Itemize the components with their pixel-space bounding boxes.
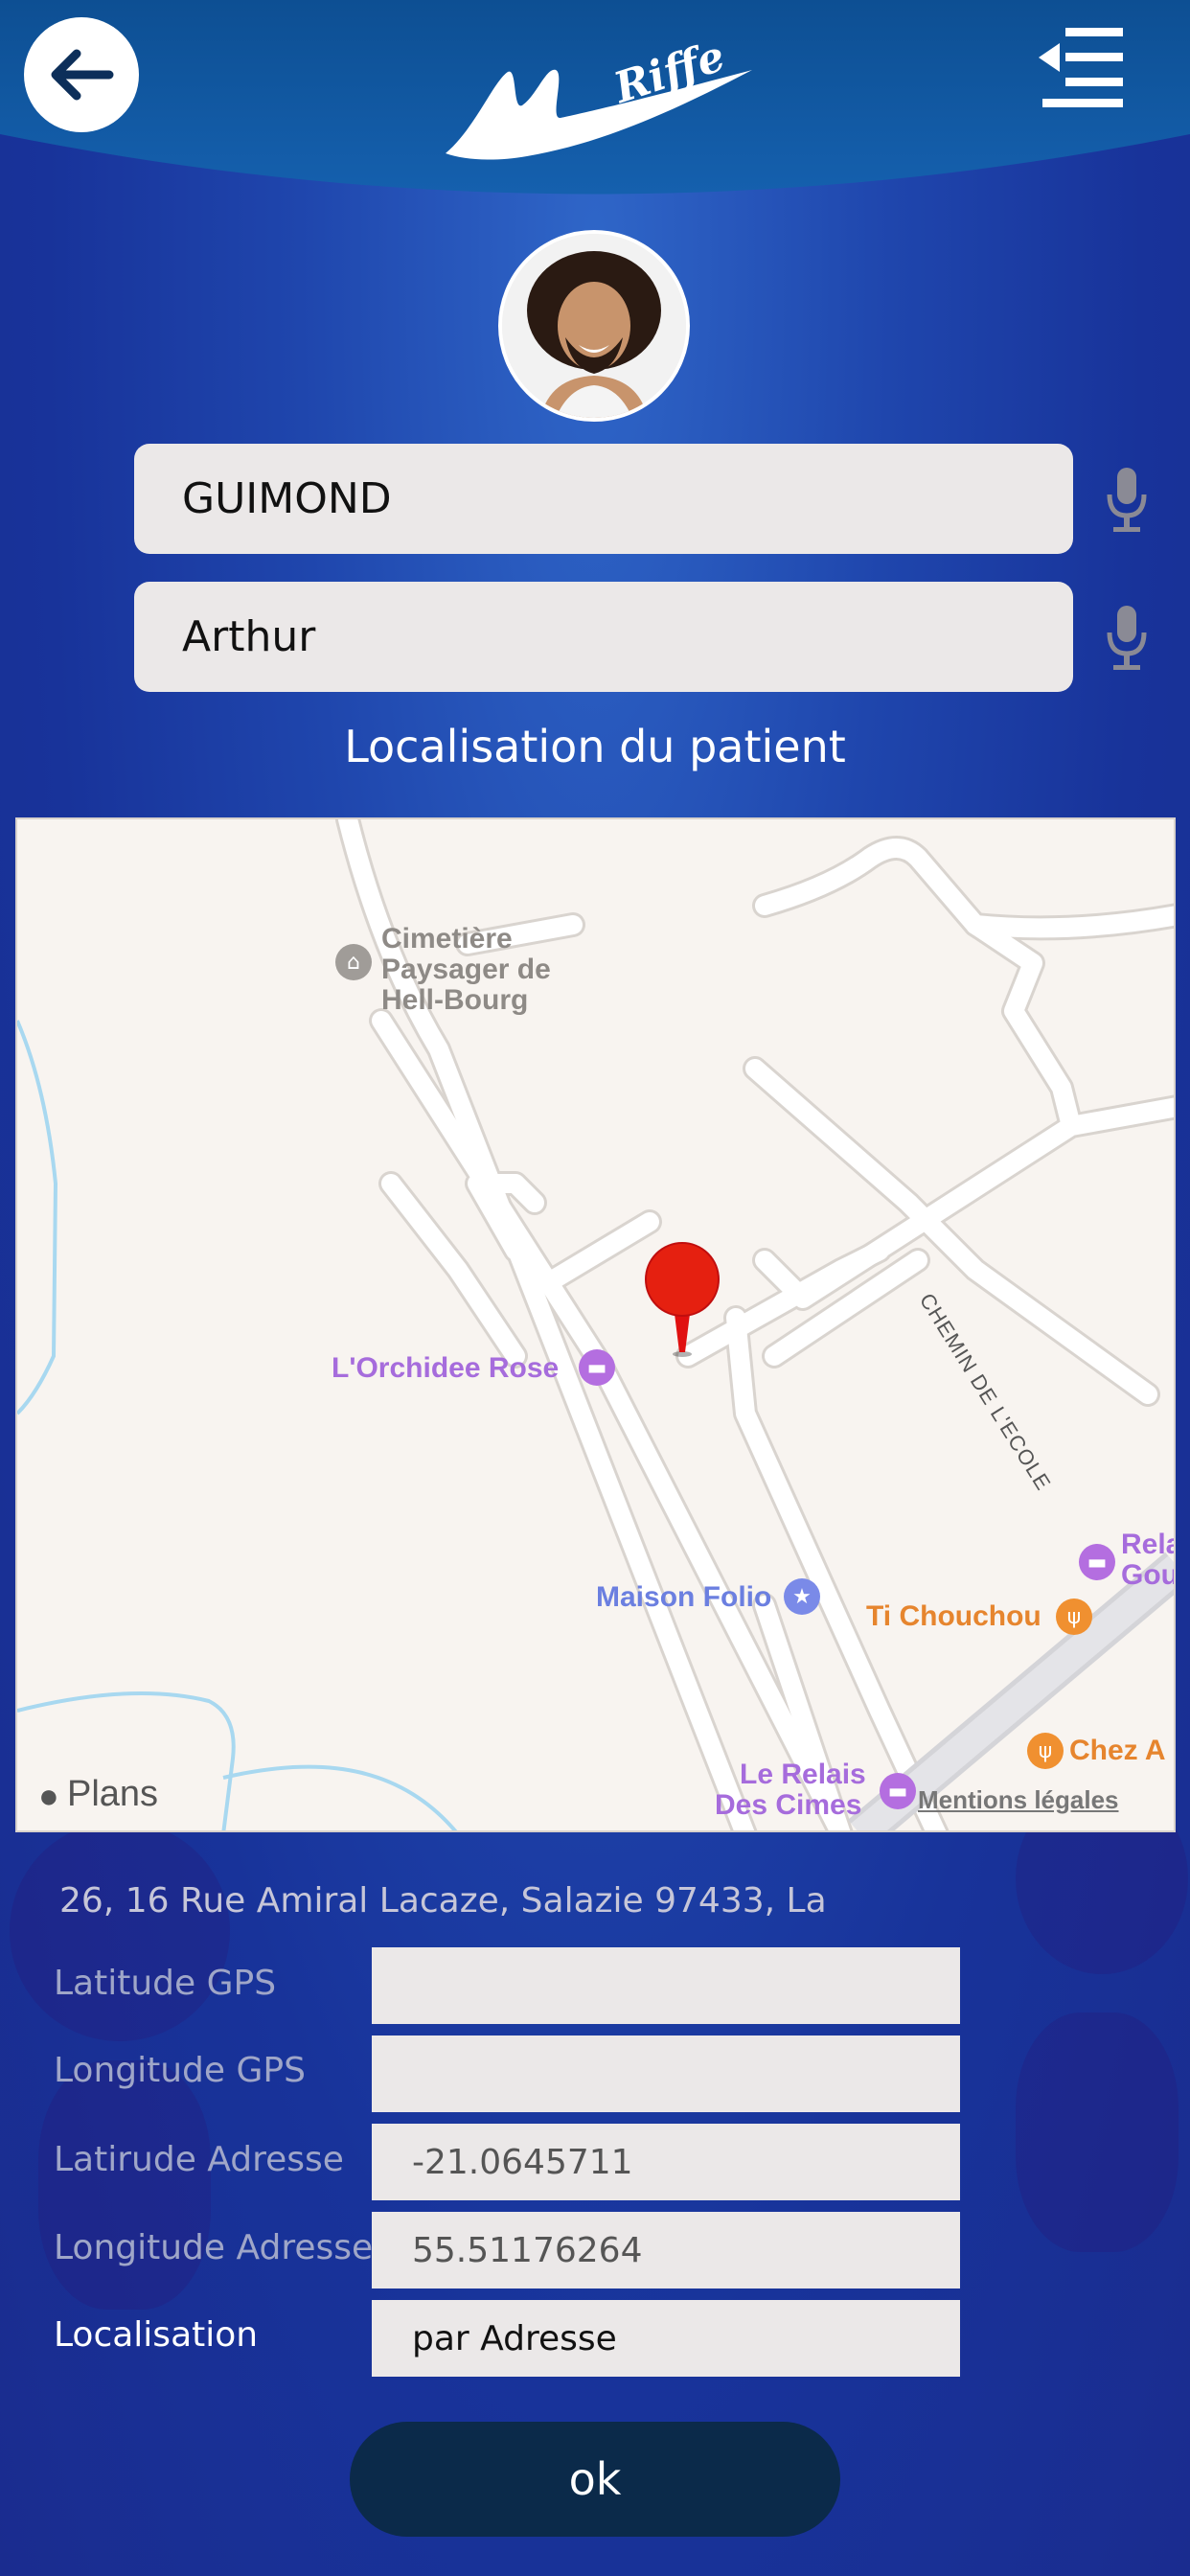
arrow-left-icon [51, 49, 114, 101]
longitude-address-field[interactable]: 55.51176264 [372, 2212, 960, 2288]
background-decoration [1016, 2012, 1179, 2252]
latitude-gps-field[interactable] [372, 1947, 960, 2024]
restaurant-icon: ψ [1027, 1733, 1064, 1769]
patient-location-map[interactable]: ⌂ Cimetière Paysager de Hell-Bourg L'Orc… [15, 817, 1176, 1832]
ok-button[interactable]: ok [350, 2422, 840, 2537]
latitude-address-label: Latirude Adresse [54, 2140, 344, 2179]
longitude-gps-label: Longitude GPS [54, 2051, 306, 2090]
map-label-relais-goyaves-2: Gou [1121, 1559, 1176, 1591]
map-label-cemetery-3: Hell-Bourg [381, 984, 529, 1016]
microphone-icon [1107, 606, 1147, 670]
map-label-chez: Chez A [1069, 1735, 1166, 1766]
map-attribution: Plans [67, 1774, 159, 1814]
landmark-icon: ⌂ [335, 944, 372, 980]
background-decoration [10, 1821, 230, 2041]
hotel-icon: ▬ [579, 1349, 615, 1386]
patient-avatar[interactable] [498, 230, 690, 422]
latitude-address-field[interactable]: -21.0645711 [372, 2124, 960, 2200]
localisation-select[interactable]: par Adresse [372, 2300, 960, 2377]
river [17, 1020, 58, 1415]
last-name-field[interactable]: GUIMOND [134, 444, 1073, 554]
background-decoration [38, 2060, 211, 2310]
location-section-title: Localisation du patient [344, 721, 846, 772]
menu-lines-icon [1039, 28, 1123, 107]
restaurant-icon: ψ [1056, 1598, 1092, 1635]
first-name-field[interactable]: Arthur [134, 582, 1073, 692]
microphone-icon [1107, 468, 1147, 532]
map-label-cemetery-2: Paysager de [381, 954, 551, 985]
hotel-icon: ▬ [880, 1773, 916, 1809]
star-icon: ★ [784, 1578, 820, 1615]
apple-icon: ● [38, 1776, 59, 1815]
hotel-icon: ▬ [1079, 1544, 1115, 1580]
latitude-gps-label: Latitude GPS [54, 1964, 277, 2003]
first-name-mic-button[interactable] [1102, 604, 1152, 673]
address-text: 26, 16 Rue Amiral Lacaze, Salazie 97433,… [59, 1881, 827, 1920]
menu-button[interactable] [1035, 24, 1131, 110]
map-label-relais-cimes-1: Le Relais [740, 1759, 866, 1790]
map-label-ti-chouchou: Ti Chouchou [866, 1600, 1041, 1632]
map-label-maison-folio: Maison Folio [596, 1581, 772, 1613]
localisation-label: Localisation [54, 2315, 259, 2355]
longitude-address-label: Longitude Adresse [54, 2228, 374, 2267]
back-button[interactable] [24, 17, 139, 132]
legal-link[interactable]: Mentions légales [918, 1785, 1119, 1815]
longitude-gps-field[interactable] [372, 2036, 960, 2112]
map-label-orchidee: L'Orchidee Rose [332, 1352, 560, 1384]
last-name-mic-button[interactable] [1102, 466, 1152, 535]
map-label-relais-goyaves-1: Rela [1121, 1529, 1174, 1560]
river [222, 1764, 458, 1830]
map-label-relais-cimes-2: Des Cimes [715, 1789, 862, 1821]
map-label-cemetery-1: Cimetière [381, 923, 513, 954]
